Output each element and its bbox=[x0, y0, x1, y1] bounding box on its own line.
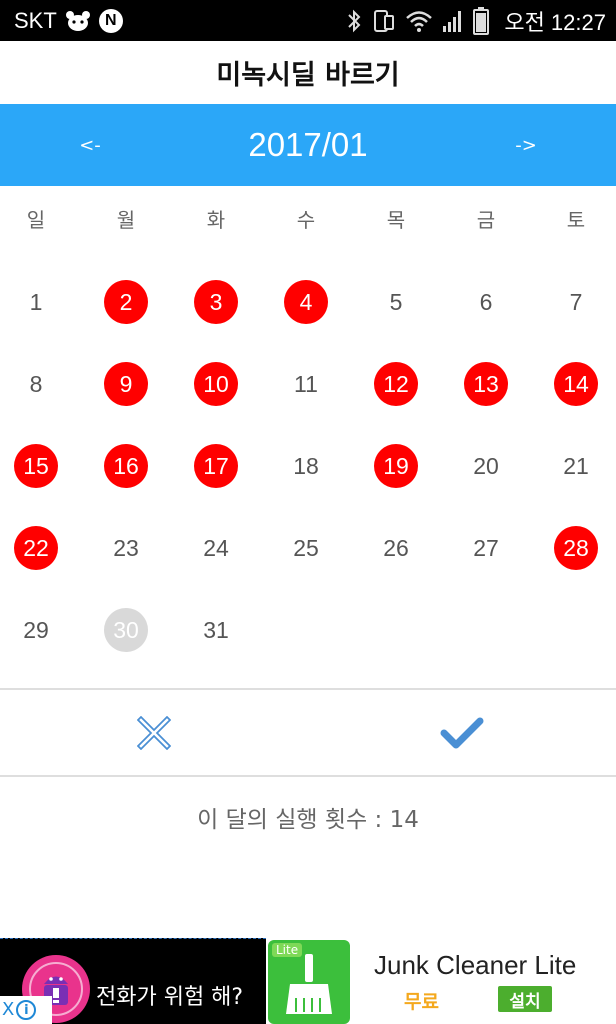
calendar-day[interactable]: 18 bbox=[284, 444, 328, 488]
weekday-thu: 목 bbox=[386, 208, 406, 232]
divider-top bbox=[0, 688, 616, 690]
calendar-day[interactable]: 1 bbox=[14, 280, 58, 324]
calendar-day[interactable]: 30 bbox=[104, 608, 148, 652]
calendar-day[interactable]: 15 bbox=[14, 444, 58, 488]
carrier-label: SKT bbox=[14, 8, 57, 33]
calendar-day[interactable]: 29 bbox=[14, 608, 58, 652]
weekday-tue: 화 bbox=[206, 208, 226, 232]
calendar-day[interactable]: 22 bbox=[14, 526, 58, 570]
calendar-day[interactable]: 4 bbox=[284, 280, 328, 324]
install-button[interactable]: 설치 bbox=[498, 986, 552, 1012]
cancel-button[interactable] bbox=[54, 691, 254, 775]
battery-icon bbox=[473, 7, 490, 35]
bluetooth-icon bbox=[348, 9, 361, 33]
lite-badge: Lite bbox=[272, 943, 303, 957]
check-icon bbox=[440, 717, 484, 749]
ad-app-name: Junk Cleaner Lite bbox=[374, 950, 577, 980]
title-bar: 미녹시딜 바르기 bbox=[0, 41, 616, 104]
signal-icon bbox=[443, 11, 462, 32]
ad-banner[interactable]: 전화가 위험 해? X i Lite Junk Cleaner Lite 무료 … bbox=[0, 938, 616, 1024]
calendar-day[interactable]: 2 bbox=[104, 280, 148, 324]
calendar-day[interactable]: 5 bbox=[374, 280, 418, 324]
calendar-day[interactable]: 13 bbox=[464, 362, 508, 406]
calendar-day[interactable]: 14 bbox=[554, 362, 598, 406]
calendar-day[interactable]: 9 bbox=[104, 362, 148, 406]
weekday-header: 일 월 화 수 목 금 토 bbox=[0, 197, 616, 243]
calendar-day[interactable]: 23 bbox=[104, 526, 148, 570]
wifi-icon bbox=[406, 11, 433, 32]
weekday-sat: 토 bbox=[566, 208, 586, 232]
calendar-day[interactable]: 24 bbox=[194, 526, 238, 570]
ad-price: 무료 bbox=[404, 991, 439, 1013]
ad-close-button[interactable]: X i bbox=[0, 996, 52, 1024]
calendar-day[interactable]: 16 bbox=[104, 444, 148, 488]
monthly-count: 이 달의 실행 횟수 : 14 bbox=[197, 807, 419, 833]
close-icon bbox=[137, 716, 171, 750]
calendar-day[interactable]: 20 bbox=[464, 444, 508, 488]
calendar-day[interactable]: 3 bbox=[194, 280, 238, 324]
calendar-day[interactable]: 26 bbox=[374, 526, 418, 570]
calendar-day[interactable]: 12 bbox=[374, 362, 418, 406]
info-icon[interactable]: i bbox=[16, 1000, 37, 1020]
calendar-day[interactable]: 21 bbox=[554, 444, 598, 488]
calendar-day[interactable]: 27 bbox=[464, 526, 508, 570]
vibrate-icon bbox=[374, 10, 395, 32]
weekday-fri: 금 bbox=[476, 208, 496, 232]
month-header: <- 2017/01 -> bbox=[0, 104, 616, 186]
calendar-day[interactable]: 19 bbox=[374, 444, 418, 488]
page-title: 미녹시딜 바르기 bbox=[216, 60, 400, 91]
bear-icon bbox=[65, 11, 90, 31]
month-label: 2017/01 bbox=[248, 126, 368, 163]
calendar-day[interactable]: 10 bbox=[194, 362, 238, 406]
calendar-day[interactable]: 7 bbox=[554, 280, 598, 324]
calendar-day[interactable]: 28 bbox=[554, 526, 598, 570]
status-bar: SKT N 오전 12:27 bbox=[0, 0, 616, 41]
calendar-day[interactable]: 11 bbox=[284, 362, 328, 406]
confirm-button[interactable] bbox=[362, 691, 562, 775]
network-badge-icon: N bbox=[98, 9, 123, 33]
divider-bottom bbox=[0, 775, 616, 777]
calendar-day[interactable]: 17 bbox=[194, 444, 238, 488]
calendar-day[interactable]: 8 bbox=[14, 362, 58, 406]
next-month-button[interactable]: -> bbox=[486, 104, 566, 186]
close-icon[interactable]: X bbox=[2, 997, 14, 1023]
prev-month-button[interactable]: <- bbox=[50, 104, 130, 186]
weekday-sun: 일 bbox=[26, 208, 46, 232]
calendar-day[interactable]: 31 bbox=[194, 608, 238, 652]
weekday-mon: 월 bbox=[116, 208, 136, 232]
calendar-day[interactable]: 25 bbox=[284, 526, 328, 570]
clock-label: 오전 12:27 bbox=[504, 10, 606, 35]
weekday-wed: 수 bbox=[296, 208, 316, 232]
broom-app-icon[interactable]: Lite bbox=[268, 940, 350, 1024]
calendar-day[interactable]: 6 bbox=[464, 280, 508, 324]
ad-headline: 전화가 위험 해? bbox=[96, 985, 244, 1010]
